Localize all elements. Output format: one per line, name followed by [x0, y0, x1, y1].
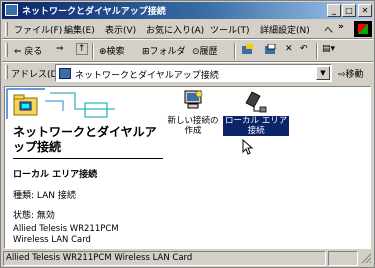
new-connection-label: 新しい接続の 作成: [165, 116, 220, 136]
folders-button[interactable]: ⊞フォルダ: [142, 44, 186, 57]
toolbar-grip[interactable]: [5, 43, 8, 57]
history-icon: ⊙: [192, 47, 200, 57]
go-button[interactable]: ⇨移動: [338, 67, 364, 80]
windows-logo-icon: [354, 21, 372, 37]
go-arrow-icon: ⇨: [338, 70, 346, 80]
copy-to-icon: [265, 43, 276, 54]
network-connections-icon: [59, 68, 71, 79]
search-icon: ⊕: [99, 47, 107, 57]
toolbar-separator: [316, 43, 318, 59]
info-pane: ネットワークとダイヤルアップ接続 ローカル エリア接続 種類: LAN 接続 状…: [5, 87, 165, 248]
device-line-2: Wireless LAN Card: [13, 235, 91, 245]
selected-item-status: 状態: 無効: [13, 211, 55, 221]
menu-help[interactable]: ヘ: [324, 23, 333, 36]
copy-to-button[interactable]: [264, 43, 277, 59]
folder-view: ネットワークとダイヤルアップ接続 ローカル エリア接続 種類: LAN 接続 状…: [4, 86, 371, 249]
go-label: 移動: [345, 70, 364, 80]
menu-overflow-chevron-icon[interactable]: »: [338, 22, 344, 32]
back-button[interactable]: ⇐ 戻る: [14, 44, 42, 57]
search-button[interactable]: ⊕検索: [99, 44, 125, 57]
status-zone-pane: [328, 251, 358, 266]
status-text: Allied Telesis WR211PCM Wireless LAN Car…: [3, 251, 326, 266]
explorer-window: ネットワークとダイヤルアップ接続 _ □ ✕ ファイル(F) 編集(E) 表示(…: [0, 0, 375, 268]
menu-edit[interactable]: 編集(E): [64, 23, 95, 36]
delete-icon[interactable]: ✕: [285, 44, 293, 54]
history-label: 履歴: [199, 47, 218, 57]
toolbar-separator: [92, 43, 94, 59]
local-area-connection-label-line1: ローカル エリア: [225, 116, 288, 126]
pane-title: ネットワークとダイヤルアップ接続: [13, 125, 157, 154]
folders-icon: ⊞: [142, 47, 150, 57]
close-button[interactable]: ✕: [358, 4, 372, 17]
pane-title-rule: [13, 158, 163, 159]
menu-divider: [2, 38, 373, 40]
chevron-down-icon[interactable]: ▼: [316, 66, 330, 80]
title-bar[interactable]: ネットワークとダイヤルアップ接続 _ □ ✕: [2, 2, 373, 19]
history-button[interactable]: ⊙履歴: [192, 44, 218, 57]
status-bar: Allied Telesis WR211PCM Wireless LAN Car…: [2, 250, 373, 267]
local-area-connection-label-line2: 接続: [247, 126, 265, 136]
menu-favorites[interactable]: お気に入り(A): [146, 23, 204, 36]
new-connection-label-line2: 作成: [184, 126, 202, 136]
address-value: ネットワークとダイヤルアップ接続: [75, 71, 219, 81]
address-grip[interactable]: [5, 65, 8, 79]
menu-bar: ファイル(F) 編集(E) 表示(V) お気に入り(A) ツール(T) 詳細設定…: [2, 20, 373, 38]
local-area-connection-item[interactable]: ローカル エリア 接続: [221, 89, 291, 137]
forward-button[interactable]: ⇒: [56, 44, 64, 54]
address-label: アドレス(D): [11, 70, 61, 80]
folders-label: フォルダ: [149, 47, 186, 57]
window-title: ネットワークとダイヤルアップ接続: [22, 7, 166, 17]
local-area-connection-label: ローカル エリア 接続: [221, 115, 291, 137]
address-input[interactable]: ネットワークとダイヤルアップ接続 ▼: [55, 64, 332, 82]
selected-item-type: 種類: LAN 接続: [13, 191, 76, 201]
up-folder-button[interactable]: ↑: [76, 43, 88, 55]
menu-tools[interactable]: ツール(T): [210, 23, 250, 36]
resize-grip-icon[interactable]: [361, 253, 372, 264]
search-label: 検索: [106, 47, 125, 57]
menu-grip[interactable]: [5, 22, 8, 36]
menu-view[interactable]: 表示(V): [105, 23, 136, 36]
new-connection-icon: [184, 90, 203, 109]
standard-toolbar: ⇐ 戻る ⇒ ↑ ⊕検索 ⊞フォルダ ⊙履歴 ✕ ↶ ▤▾: [2, 41, 373, 61]
undo-icon[interactable]: ↶: [300, 44, 308, 54]
menu-file[interactable]: ファイル(F): [14, 23, 62, 36]
network-folder-large-icon: [13, 94, 38, 116]
selected-item-device: Allied Telesis WR211PCM Wireless LAN Car…: [13, 224, 163, 246]
minimize-button[interactable]: _: [327, 4, 341, 17]
new-connection-label-line1: 新しい接続の: [167, 116, 219, 126]
toolbar-separator: [234, 43, 236, 59]
maximize-button[interactable]: □: [342, 4, 356, 17]
address-bar: アドレス(D) ネットワークとダイヤルアップ接続 ▼ ⇨移動: [2, 63, 373, 83]
selected-item-name: ローカル エリア接続: [13, 170, 98, 180]
menu-advanced[interactable]: 詳細設定(N): [260, 23, 310, 36]
move-to-icon: [242, 44, 253, 54]
network-folder-icon: [5, 4, 18, 16]
mouse-pointer-icon: [242, 139, 254, 155]
device-line-1: Allied Telesis WR211PCM: [13, 224, 119, 234]
new-connection-item[interactable]: 新しい接続の 作成: [163, 89, 223, 136]
move-to-button[interactable]: [241, 44, 254, 59]
lan-disabled-icon: [245, 91, 267, 113]
views-button[interactable]: ▤▾: [322, 44, 335, 54]
